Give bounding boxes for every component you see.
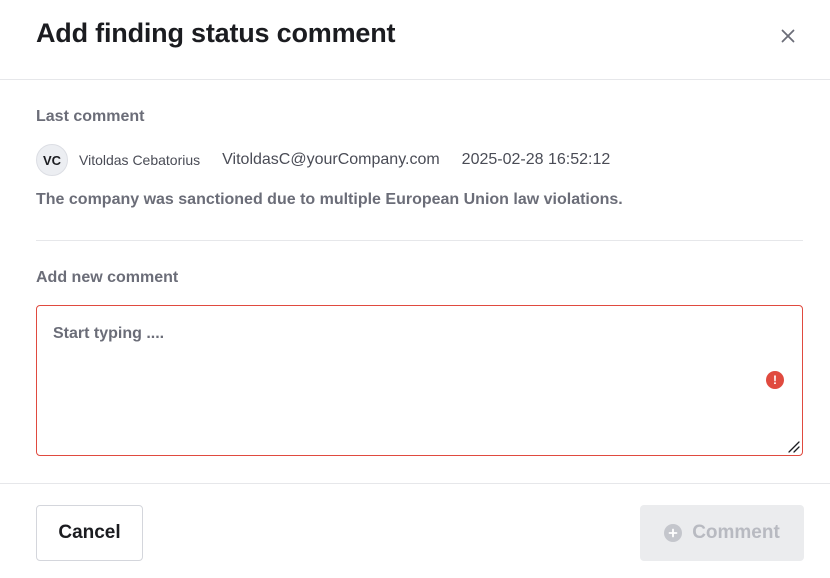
dialog-footer: Cancel Comment bbox=[0, 483, 830, 578]
new-comment-input[interactable] bbox=[37, 306, 802, 455]
comment-button[interactable]: Comment bbox=[640, 505, 804, 561]
cancel-button[interactable]: Cancel bbox=[36, 505, 143, 561]
dialog-header: Add finding status comment bbox=[0, 0, 830, 80]
last-comment-label: Last comment bbox=[36, 108, 145, 125]
close-icon bbox=[781, 29, 795, 43]
plus-circle-icon bbox=[664, 524, 683, 542]
section-divider bbox=[36, 240, 803, 241]
avatar: VC bbox=[36, 144, 68, 176]
last-comment-meta: VC Vitoldas Cebatorius VitoldasC@yourCom… bbox=[36, 144, 610, 176]
comment-author-email: VitoldasC@yourCompany.com bbox=[222, 151, 440, 168]
resize-handle-icon[interactable] bbox=[785, 438, 801, 454]
last-comment-text: The company was sanctioned due to multip… bbox=[36, 191, 623, 208]
dialog-title: Add finding status comment bbox=[36, 18, 396, 48]
add-comment-dialog: Add finding status comment Last comment … bbox=[0, 0, 830, 578]
new-comment-field-wrapper: ! bbox=[36, 305, 803, 456]
comment-button-label: Comment bbox=[692, 522, 780, 543]
close-button[interactable] bbox=[776, 24, 800, 48]
error-icon: ! bbox=[766, 371, 784, 389]
comment-author: Vitoldas Cebatorius bbox=[79, 152, 201, 168]
comment-timestamp: 2025-02-28 16:52:12 bbox=[461, 151, 611, 168]
new-comment-label: Add new comment bbox=[36, 269, 179, 286]
